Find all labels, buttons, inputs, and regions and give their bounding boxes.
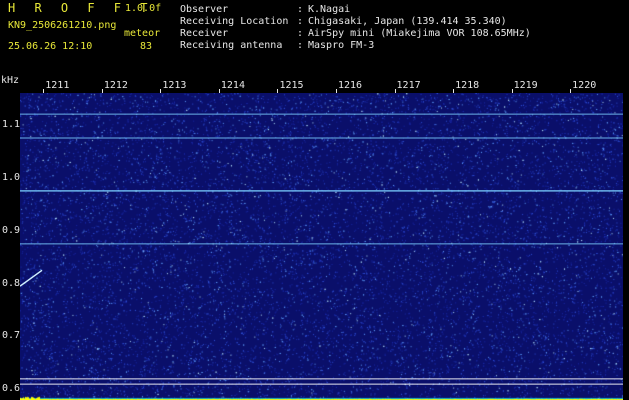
y-tick-label: 0.7 (2, 330, 21, 342)
info-label-location: Receiving Location (180, 16, 289, 27)
x-tick-label: 1218 (455, 80, 480, 91)
app-version: 1.0.0f (125, 3, 162, 14)
x-tick-label: 1220 (572, 80, 597, 91)
date-time: 25.06.26 12:10 (8, 41, 93, 52)
info-sep: : (297, 28, 304, 39)
info-label-antenna: Receiving antenna (180, 40, 283, 51)
y-tick-label: 0.6 (2, 383, 21, 395)
info-sep: : (297, 40, 304, 51)
y-tick-label: 0.9 (2, 224, 21, 236)
info-value-location: Chigasaki, Japan (139.414 35.340) (308, 16, 507, 27)
spectrogram-overlay (20, 113, 623, 385)
y-tick-label: 0.8 (2, 277, 21, 289)
file-name: KN9_2506261210.png (8, 20, 117, 31)
info-sep: : (297, 4, 304, 15)
x-tick-label: 1216 (337, 80, 363, 91)
x-tick-label: 1212 (103, 80, 128, 91)
spectrogram-plot (20, 93, 623, 400)
y-axis-unit: kHz (1, 75, 20, 86)
info-label-receiver: Receiver (180, 28, 229, 39)
x-tick-label: 1217 (396, 80, 421, 91)
info-value-observer: K.Nagai (308, 4, 351, 15)
y-tick-label: 1.0 (2, 171, 21, 183)
info-value-receiver: AirSpy mini (Miakejima VOR 108.65MHz) (308, 28, 531, 39)
x-tick-label: 1215 (279, 80, 304, 91)
x-tick-label: 1211 (45, 80, 70, 91)
meteor-count: 83 (140, 41, 153, 52)
meteor-trace (20, 269, 43, 287)
x-tick-label: 1213 (162, 80, 187, 91)
header-panel: H R O F F T 1.0.0f KN9_2506261210.png me… (0, 0, 629, 78)
info-value-antenna: Maspro FM-3 (308, 40, 375, 51)
x-tick-label: 1219 (513, 80, 538, 91)
x-tick-label: 1214 (220, 80, 245, 91)
y-tick-label: 1.1 (2, 118, 21, 130)
meteor-label: meteor (124, 28, 161, 39)
info-label-observer: Observer (180, 4, 229, 15)
info-sep: : (297, 16, 304, 27)
